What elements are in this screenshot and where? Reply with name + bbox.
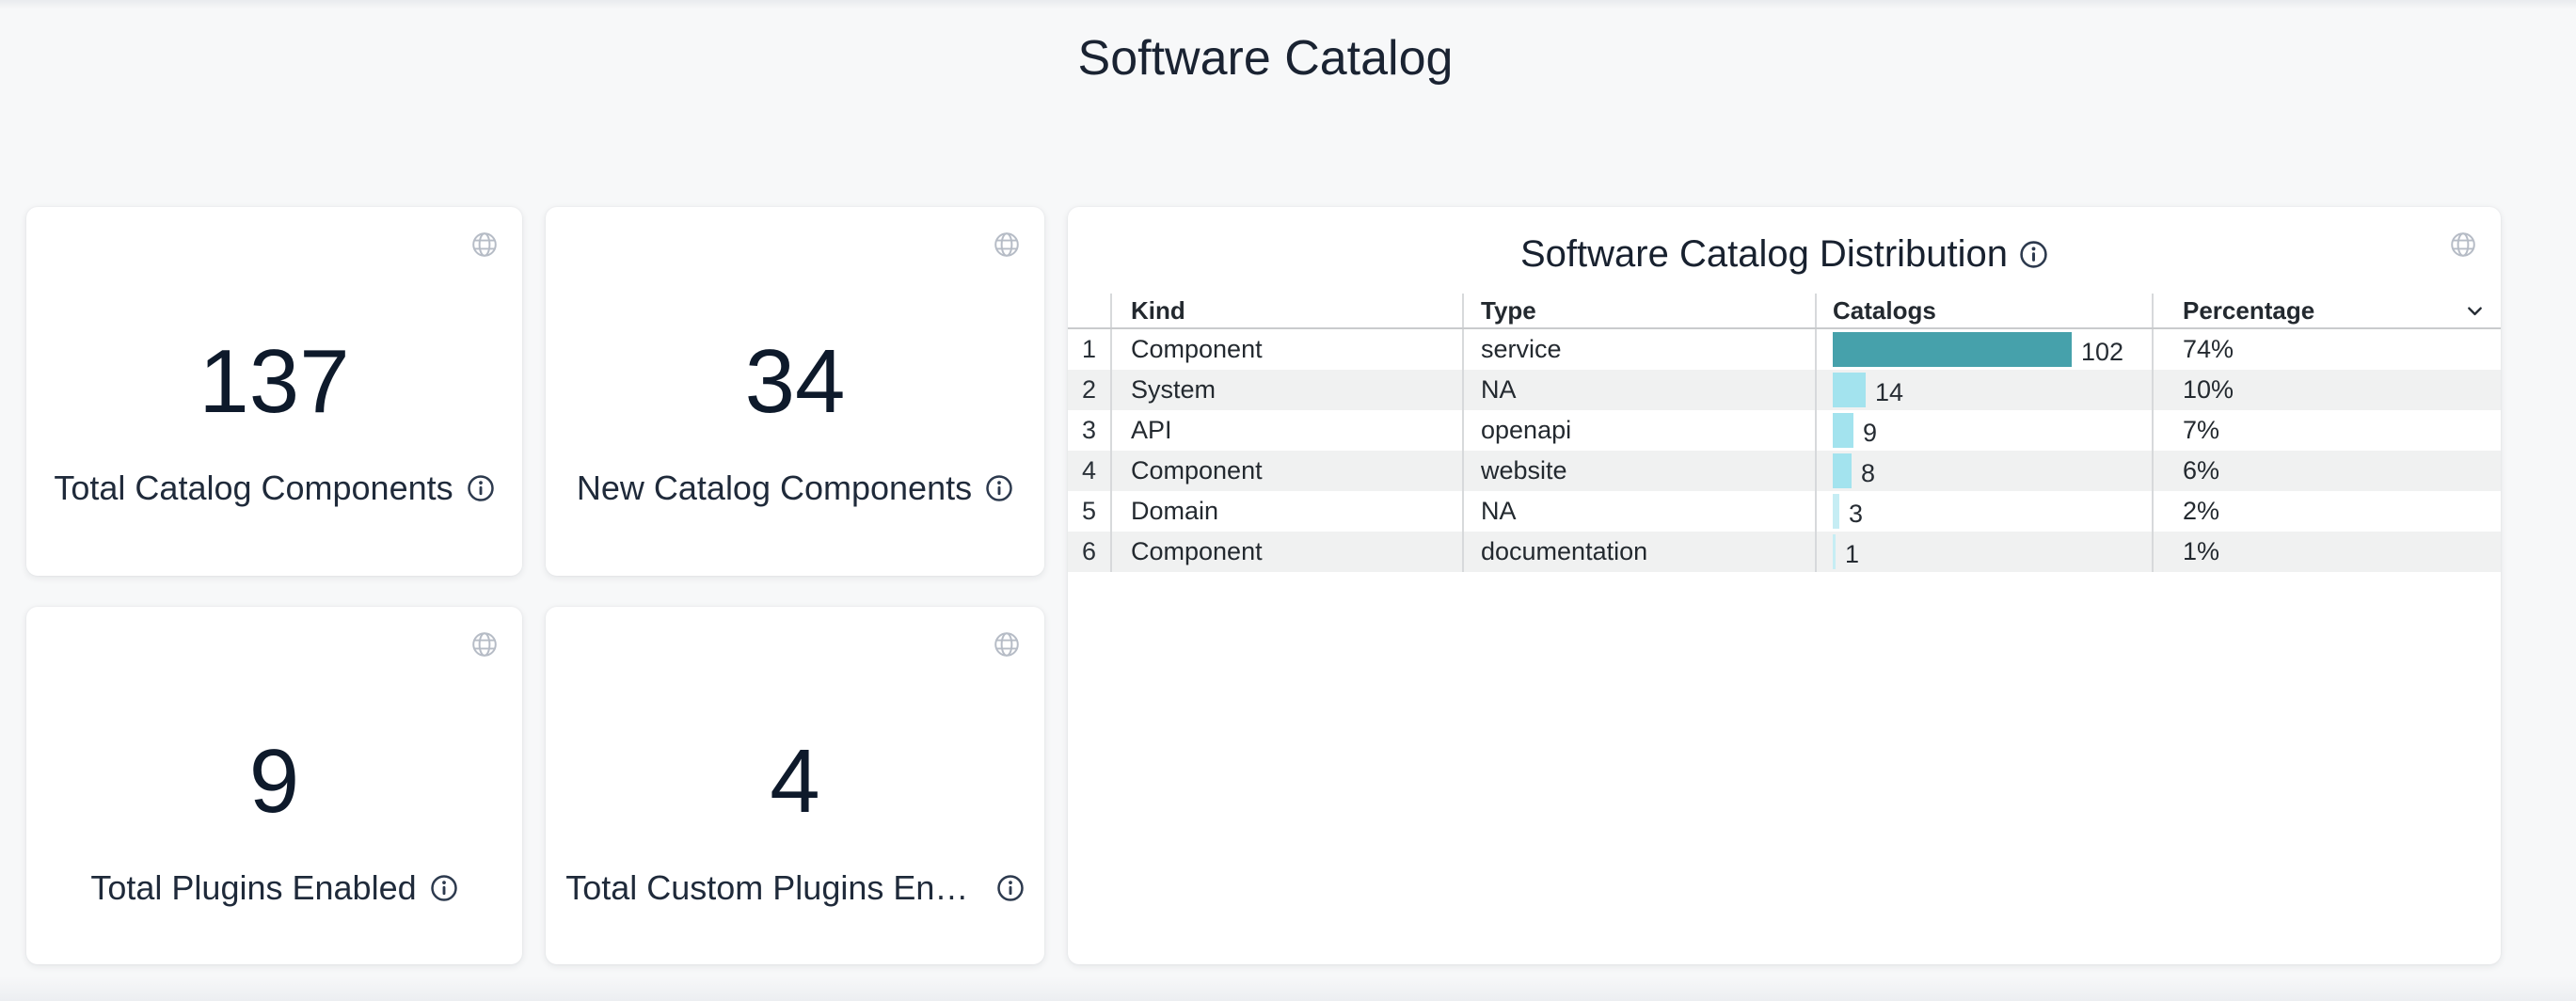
stat-label-row: Total Catalog Components	[54, 469, 494, 508]
bottom-scroll-shadow	[0, 977, 2576, 1001]
kind-cell: Component	[1110, 329, 1462, 370]
table-title-row: Software Catalog Distribution	[1068, 231, 2501, 277]
stat-value: 34	[745, 337, 846, 427]
row-index-cell: 5	[1068, 491, 1110, 532]
stat-card-content: 34 New Catalog Components	[546, 207, 1044, 576]
catalogs-bar	[1833, 534, 1836, 569]
stat-card: 4 Total Custom Plugins Enabl…	[546, 607, 1044, 964]
table-header-row: Kind Type Catalogs Percentage	[1068, 294, 2501, 329]
kind-cell: API	[1110, 410, 1462, 451]
chevron-down-icon[interactable]	[2462, 298, 2488, 324]
catalogs-bar	[1833, 373, 1866, 407]
catalogs-bar	[1833, 413, 1853, 448]
stat-label-row: New Catalog Components	[577, 469, 1013, 508]
percentage-cell: 1%	[2152, 532, 2501, 572]
type-cell: openapi	[1462, 410, 1815, 451]
catalogs-bar	[1833, 332, 2072, 367]
row-index-cell: 3	[1068, 410, 1110, 451]
globe-icon[interactable]	[471, 231, 498, 258]
top-scroll-shadow	[0, 0, 2576, 9]
percentage-cell: 74%	[2152, 329, 2501, 370]
globe-icon[interactable]	[471, 631, 498, 658]
catalogs-cell: 14	[1815, 370, 2152, 410]
percentage-cell: 2%	[2152, 491, 2501, 532]
catalogs-bar	[1833, 494, 1839, 529]
stat-card-content: 137 Total Catalog Components	[26, 207, 522, 576]
catalogs-cell: 1	[1815, 532, 2152, 572]
row-index-cell: 6	[1068, 532, 1110, 572]
stat-card: 137 Total Catalog Components	[26, 207, 522, 576]
row-index-cell: 1	[1068, 329, 1110, 370]
stat-value: 4	[770, 737, 819, 827]
catalogs-value: 8	[1861, 459, 1875, 488]
stat-label: Total Plugins Enabled	[90, 868, 416, 908]
header-cell-index	[1068, 294, 1110, 327]
catalogs-value: 1	[1845, 540, 1859, 569]
stat-label-row: Total Plugins Enabled	[90, 868, 457, 908]
distribution-table: Kind Type Catalogs Percentage 1 Componen…	[1068, 294, 2501, 572]
stat-card-content: 9 Total Plugins Enabled	[26, 607, 522, 964]
percentage-cell: 7%	[2152, 410, 2501, 451]
catalogs-cell: 8	[1815, 451, 2152, 491]
header-cell-type[interactable]: Type	[1462, 294, 1815, 327]
table-row[interactable]: 5 Domain NA 3 2%	[1068, 491, 2501, 532]
type-cell: NA	[1462, 491, 1815, 532]
type-cell: documentation	[1462, 532, 1815, 572]
catalogs-value: 102	[2081, 338, 2123, 367]
distribution-table-card: Software Catalog Distribution Kind Type …	[1068, 207, 2501, 964]
kind-cell: Component	[1110, 532, 1462, 572]
software-catalog-dashboard: Software Catalog 137 Total Catalog Compo…	[0, 0, 2576, 1001]
table-row[interactable]: 6 Component documentation 1 1%	[1068, 532, 2501, 572]
catalogs-value: 9	[1863, 419, 1877, 448]
header-cell-percentage[interactable]: Percentage	[2152, 294, 2501, 327]
catalogs-bar	[1833, 453, 1852, 488]
percentage-cell: 10%	[2152, 370, 2501, 410]
type-cell: NA	[1462, 370, 1815, 410]
kind-cell: System	[1110, 370, 1462, 410]
info-icon[interactable]	[985, 474, 1013, 502]
percentage-cell: 6%	[2152, 451, 2501, 491]
stat-card: 34 New Catalog Components	[546, 207, 1044, 576]
info-icon[interactable]	[996, 874, 1025, 902]
catalogs-cell: 3	[1815, 491, 2152, 532]
header-cell-kind[interactable]: Kind	[1110, 294, 1462, 327]
table-row[interactable]: 3 API openapi 9 7%	[1068, 410, 2501, 451]
table-title: Software Catalog Distribution	[1520, 233, 2008, 276]
header-cell-catalogs[interactable]: Catalogs	[1815, 294, 2152, 327]
globe-icon[interactable]	[2450, 231, 2476, 258]
table-row[interactable]: 1 Component service 102 74%	[1068, 329, 2501, 370]
row-index-cell: 2	[1068, 370, 1110, 410]
stat-label-row: Total Custom Plugins Enabl…	[565, 868, 1025, 908]
globe-icon[interactable]	[994, 231, 1020, 258]
stat-card-content: 4 Total Custom Plugins Enabl…	[546, 607, 1044, 964]
type-cell: service	[1462, 329, 1815, 370]
type-cell: website	[1462, 451, 1815, 491]
catalogs-value: 14	[1875, 378, 1903, 407]
table-body: 1 Component service 102 74% 2 System NA …	[1068, 329, 2501, 572]
kind-cell: Component	[1110, 451, 1462, 491]
kind-cell: Domain	[1110, 491, 1462, 532]
info-icon[interactable]	[2019, 240, 2048, 269]
info-icon[interactable]	[430, 874, 458, 902]
header-percentage-label: Percentage	[2183, 296, 2314, 326]
catalogs-cell: 9	[1815, 410, 2152, 451]
stat-card: 9 Total Plugins Enabled	[26, 607, 522, 964]
catalogs-cell: 102	[1815, 329, 2152, 370]
stat-label: New Catalog Components	[577, 469, 972, 508]
page-title: Software Catalog	[0, 30, 2531, 87]
table-row[interactable]: 2 System NA 14 10%	[1068, 370, 2501, 410]
catalogs-value: 3	[1849, 500, 1863, 529]
info-icon[interactable]	[467, 474, 495, 502]
stat-label: Total Custom Plugins Enabl…	[565, 868, 983, 908]
stat-value: 137	[199, 337, 349, 427]
row-index-cell: 4	[1068, 451, 1110, 491]
stat-value: 9	[249, 737, 299, 827]
table-row[interactable]: 4 Component website 8 6%	[1068, 451, 2501, 491]
stat-label: Total Catalog Components	[54, 469, 453, 508]
globe-icon[interactable]	[994, 631, 1020, 658]
